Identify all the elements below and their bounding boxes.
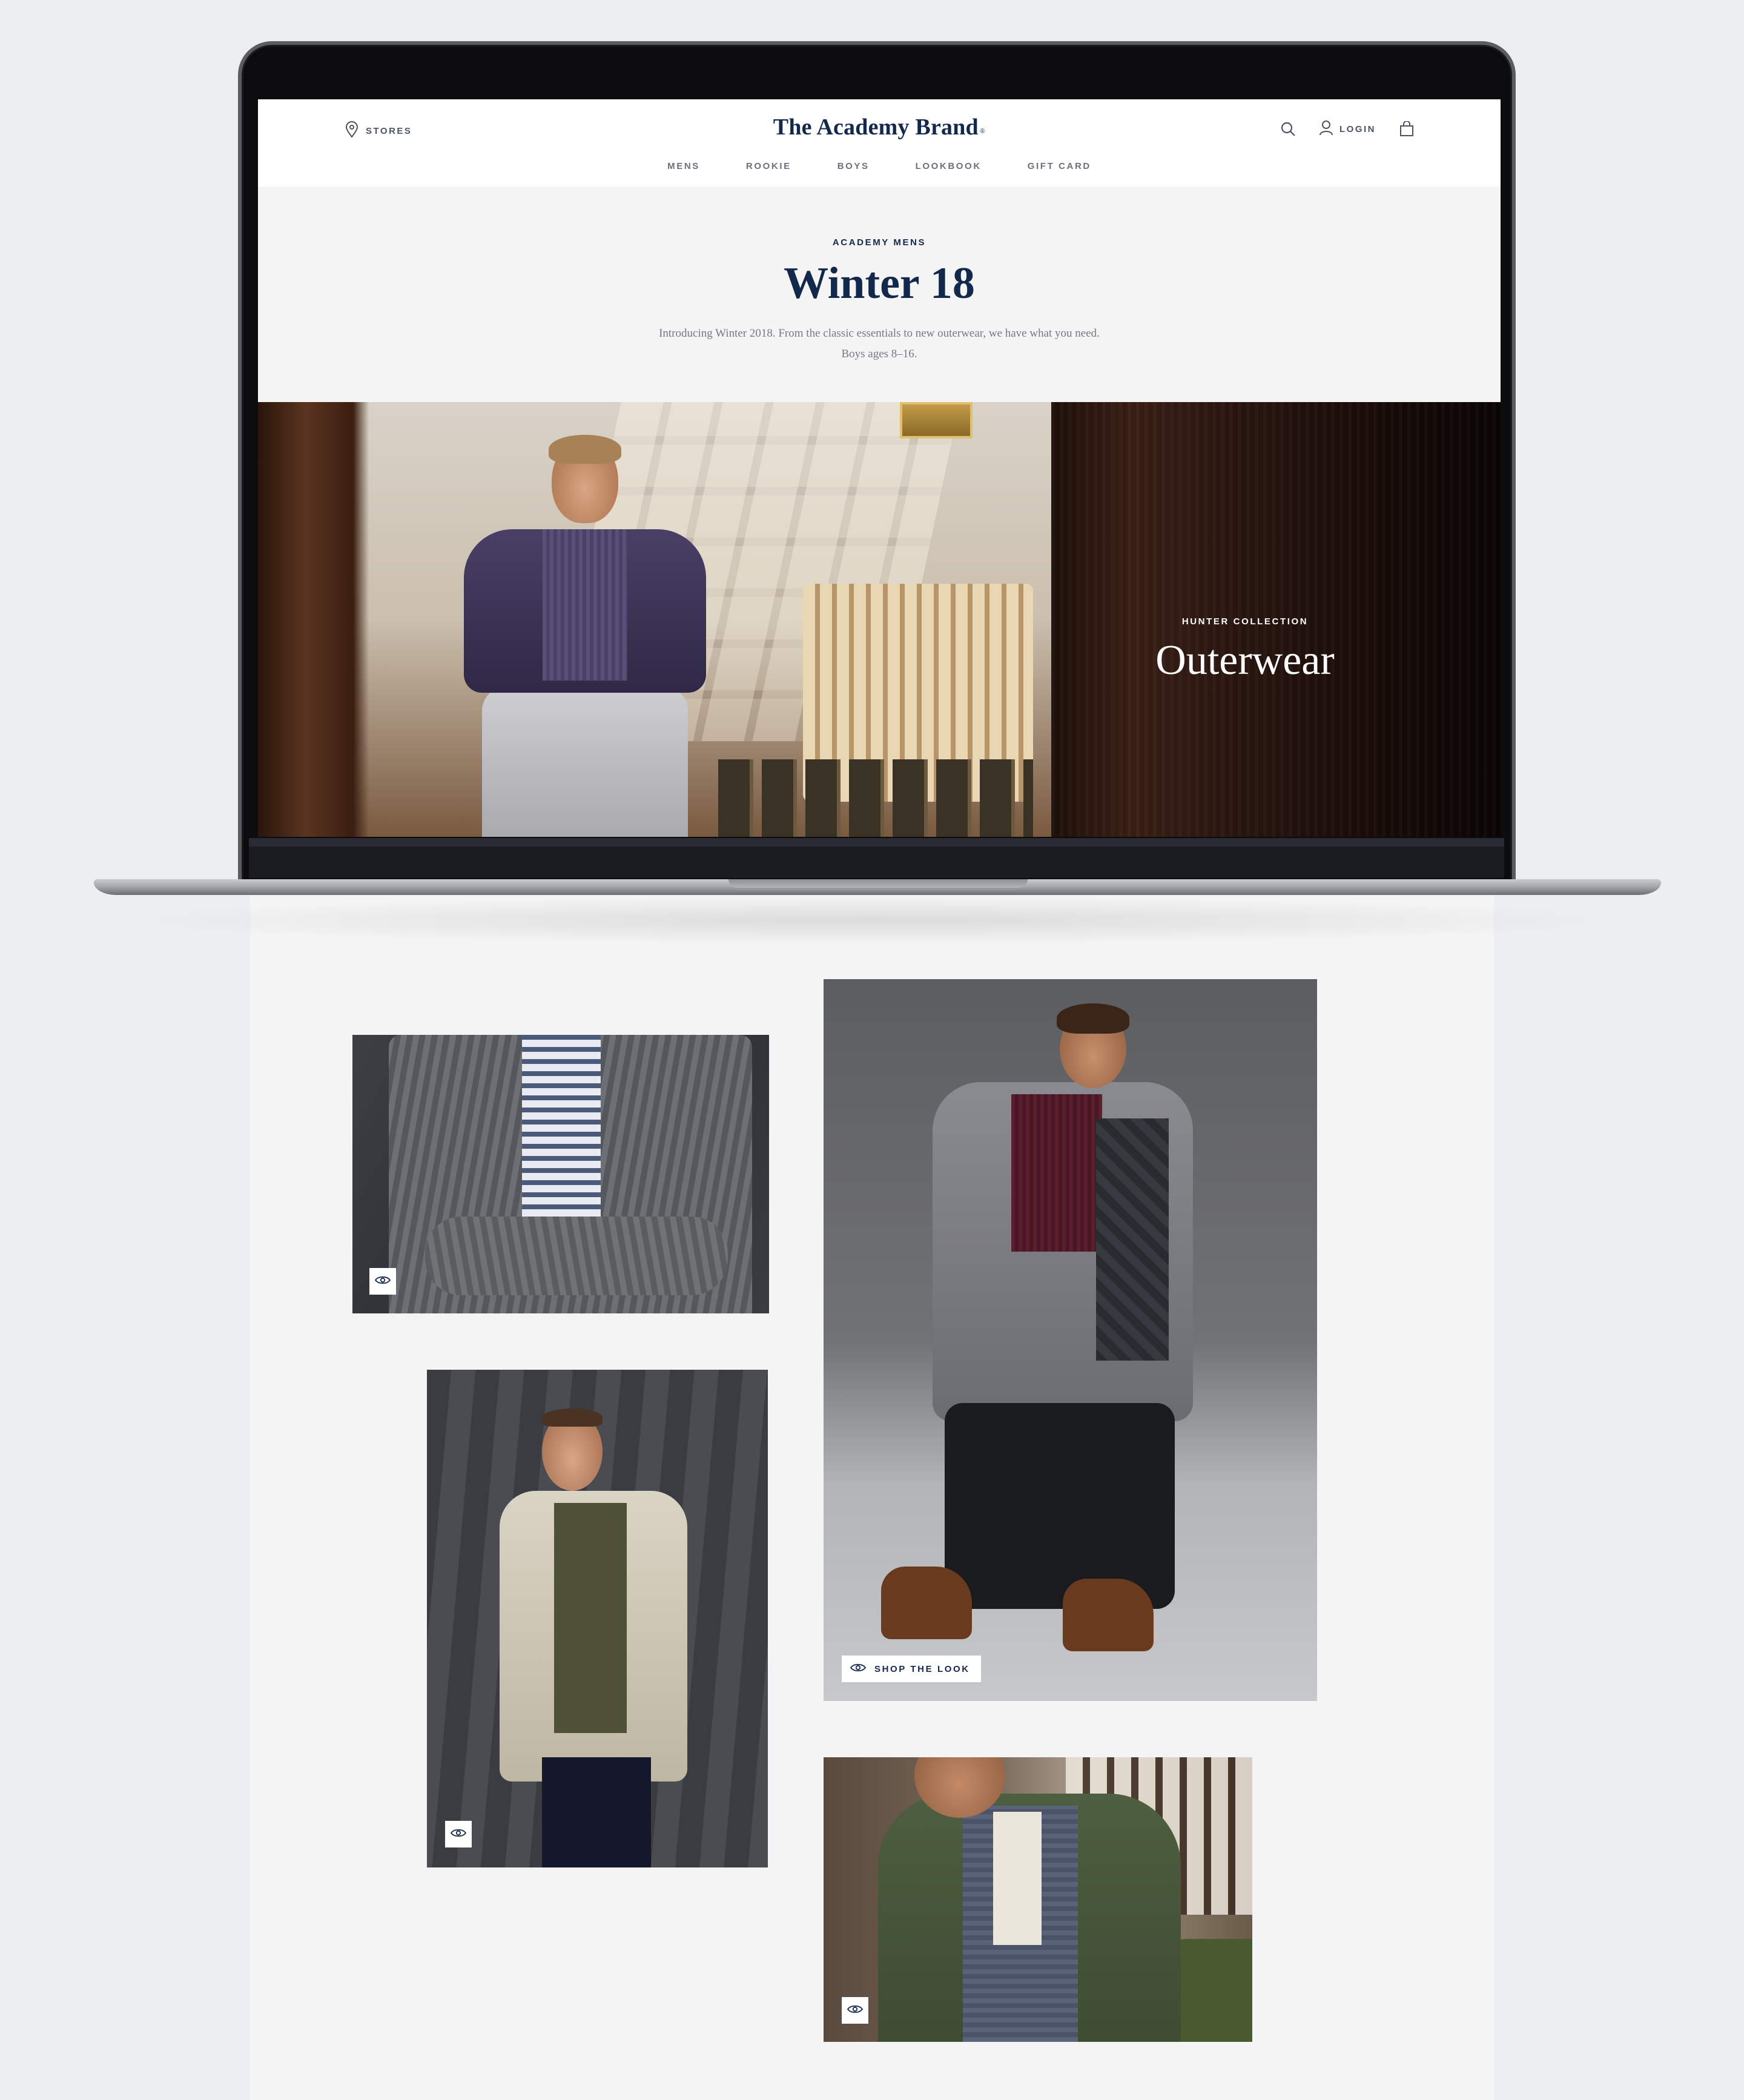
lookbook-photo-cardigan[interactable]	[352, 1035, 769, 1313]
eye-icon	[847, 2004, 864, 2017]
shop-the-look-label: SHOP THE LOOK	[874, 1663, 970, 1674]
search-icon[interactable]	[1279, 120, 1297, 138]
hero-model	[452, 435, 718, 837]
nav-item-gift-card[interactable]: GIFT CARD	[1005, 161, 1114, 171]
page-title: Winter 18	[784, 259, 975, 308]
main-nav: MENS ROOKIE BOYS LOOKBOOK GIFT CARD	[258, 161, 1501, 171]
olive-jacket	[554, 1503, 627, 1733]
boots-row	[718, 759, 1033, 837]
nav-item-rookie[interactable]: ROOKIE	[723, 161, 814, 171]
model-hair	[549, 435, 621, 464]
picture-frame	[900, 402, 973, 438]
login-link[interactable]: LOGIN	[1319, 120, 1376, 138]
login-label: LOGIN	[1339, 124, 1376, 134]
shopping-bag-icon[interactable]	[1398, 120, 1416, 138]
navy-jeans	[542, 1757, 651, 1867]
user-icon	[1319, 120, 1333, 138]
eye-icon	[374, 1275, 391, 1288]
quick-view-button[interactable]	[445, 1821, 472, 1847]
crossed-arms	[425, 1217, 728, 1295]
hero-copy: HUNTER COLLECTION Outerwear	[1051, 616, 1439, 685]
intro-description: Introducing Winter 2018. From the classi…	[258, 323, 1501, 365]
intro-description-line-2: Boys ages 8–16.	[841, 348, 917, 360]
eye-icon	[450, 1828, 467, 1841]
nav-item-mens[interactable]: MENS	[644, 161, 723, 171]
header-actions: LOGIN	[1279, 120, 1416, 138]
nav-item-boys[interactable]: BOYS	[814, 161, 893, 171]
brand-name: The Academy Brand	[773, 114, 979, 140]
hero-title: Outerwear	[1155, 637, 1335, 684]
lookbook-photo-parka[interactable]	[824, 1757, 1252, 2042]
laptop-screen: STORES The Academy Brand ® LOGIN MENS ROO…	[258, 99, 1501, 837]
laptop-shadow	[103, 896, 1641, 945]
black-pants	[945, 1403, 1175, 1609]
site-header: STORES The Academy Brand ® LOGIN MENS ROO…	[258, 99, 1501, 187]
right-boot	[1063, 1579, 1154, 1651]
intro-eyebrow: ACADEMY MENS	[832, 237, 926, 248]
model-pants	[482, 687, 688, 837]
nav-item-lookbook[interactable]: LOOKBOOK	[893, 161, 1005, 171]
burgundy-sweater	[1011, 1094, 1102, 1252]
intro-description-line-1: Introducing Winter 2018. From the classi…	[659, 327, 1100, 340]
hero-photo	[258, 402, 1051, 837]
quick-view-button[interactable]	[842, 1997, 868, 2024]
lookbook-photo-trench-coat[interactable]	[427, 1370, 768, 1867]
laptop-notch	[728, 879, 1028, 888]
hero-banner[interactable]: HUNTER COLLECTION Outerwear	[258, 402, 1501, 837]
quick-view-button[interactable]	[369, 1268, 396, 1295]
eye-icon	[850, 1663, 867, 1675]
hero-eyebrow: HUNTER COLLECTION	[1181, 616, 1309, 627]
shop-the-look-button[interactable]: SHOP THE LOOK	[842, 1656, 981, 1682]
registered-mark: ®	[979, 127, 986, 135]
model-sweater	[543, 529, 627, 681]
left-boot	[881, 1567, 972, 1639]
model-hair	[542, 1408, 603, 1427]
quilted-lining	[1096, 1118, 1169, 1361]
laptop-bottom-bezel	[249, 838, 1504, 878]
model-hair	[1057, 1003, 1129, 1034]
henley-shirt	[993, 1812, 1042, 1945]
lookbook-photo-duffle-coat[interactable]: SHOP THE LOOK	[824, 979, 1317, 1701]
